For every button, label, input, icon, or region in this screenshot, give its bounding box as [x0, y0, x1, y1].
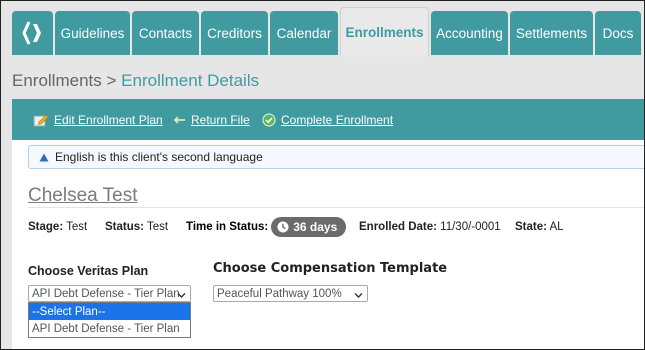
compensation-template-selected: Peaceful Pathway 100% [217, 287, 342, 300]
tab-guidelines[interactable]: Guidelines [55, 11, 130, 55]
time-in-status-badge: 36 days [271, 217, 347, 237]
complete-enrollment-link[interactable]: Complete Enrollment [262, 99, 393, 140]
edit-enrollment-plan-link[interactable]: Edit Enrollment Plan [33, 99, 163, 140]
tab-settlements[interactable]: Settlements [510, 11, 593, 55]
state-value: AL [549, 221, 564, 233]
veritas-plan-selected: API Debt Defense - Tier Plan [32, 287, 180, 300]
client-name[interactable]: Chelsea Test [28, 185, 138, 207]
stage-field: Stage: Test [28, 221, 87, 233]
name-divider [28, 207, 644, 208]
warning-triangle-icon [39, 153, 49, 162]
top-nav: Guidelines Contacts Creditors Calendar E… [1, 1, 644, 57]
tab-enrollments[interactable]: Enrollments [340, 7, 429, 57]
edit-plan-icon [33, 113, 49, 127]
alert-text: English is this client's second language [55, 150, 263, 164]
stage-value: Test [66, 221, 88, 233]
breadcrumb-separator: > [106, 71, 117, 90]
edit-enrollment-plan-label: Edit Enrollment Plan [54, 112, 163, 127]
enrollment-panel: Edit Enrollment Plan Return File Complet… [12, 99, 644, 349]
state-label: State: [515, 221, 547, 233]
language-alert: English is this client's second language [28, 145, 644, 169]
breadcrumb-current: Enrollment Details [121, 71, 260, 90]
app-logo-icon[interactable] [12, 11, 53, 55]
status-field: Status: Test [105, 221, 168, 233]
return-file-link[interactable]: Return File [172, 99, 250, 140]
enrolled-date-value: 11/30/-0001 [440, 221, 501, 233]
veritas-plan-label: Choose Veritas Plan [28, 264, 149, 278]
tab-contacts[interactable]: Contacts [132, 11, 199, 55]
check-circle-icon [262, 113, 276, 127]
dropdown-option[interactable]: API Debt Defense - Tier Plan [29, 320, 190, 337]
chevron-down-icon [354, 290, 363, 301]
dropdown-option[interactable]: --Select Plan-- [29, 303, 190, 320]
complete-enrollment-label: Complete Enrollment [281, 112, 394, 127]
status-value: Test [146, 221, 169, 233]
compensation-template-select[interactable]: Peaceful Pathway 100% [213, 285, 368, 302]
veritas-plan-dropdown: --Select Plan-- API Debt Defense - Tier … [28, 302, 191, 338]
veritas-plan-select[interactable]: API Debt Defense - Tier Plan [28, 285, 191, 302]
tab-docs[interactable]: Docs [595, 11, 641, 55]
status-label: Status: [105, 221, 144, 233]
return-arrow-icon [172, 115, 186, 125]
clock-icon [277, 221, 289, 233]
chevron-down-icon [177, 290, 186, 301]
stage-label: Stage: [28, 221, 64, 233]
tab-calendar[interactable]: Calendar [270, 11, 338, 55]
return-file-label: Return File [191, 112, 250, 127]
tab-creditors[interactable]: Creditors [201, 11, 268, 55]
time-in-status-label: Time in Status: [186, 221, 269, 233]
breadcrumb-parent[interactable]: Enrollments [12, 71, 102, 90]
state-field: State: AL [515, 221, 564, 233]
breadcrumb: Enrollments > Enrollment Details [12, 71, 259, 91]
time-in-status-value: 36 days [293, 220, 338, 234]
time-in-status-field: Time in Status: 36 days [186, 217, 347, 237]
enrolled-date-field: Enrolled Date: 11/30/-0001 [359, 221, 501, 233]
tab-accounting[interactable]: Accounting [431, 11, 508, 55]
app-window: Guidelines Contacts Creditors Calendar E… [0, 0, 645, 350]
compensation-template-label: Choose Compensation Template [213, 261, 448, 276]
action-toolbar: Edit Enrollment Plan Return File Complet… [12, 99, 644, 140]
enrolled-date-label: Enrolled Date: [359, 221, 437, 233]
